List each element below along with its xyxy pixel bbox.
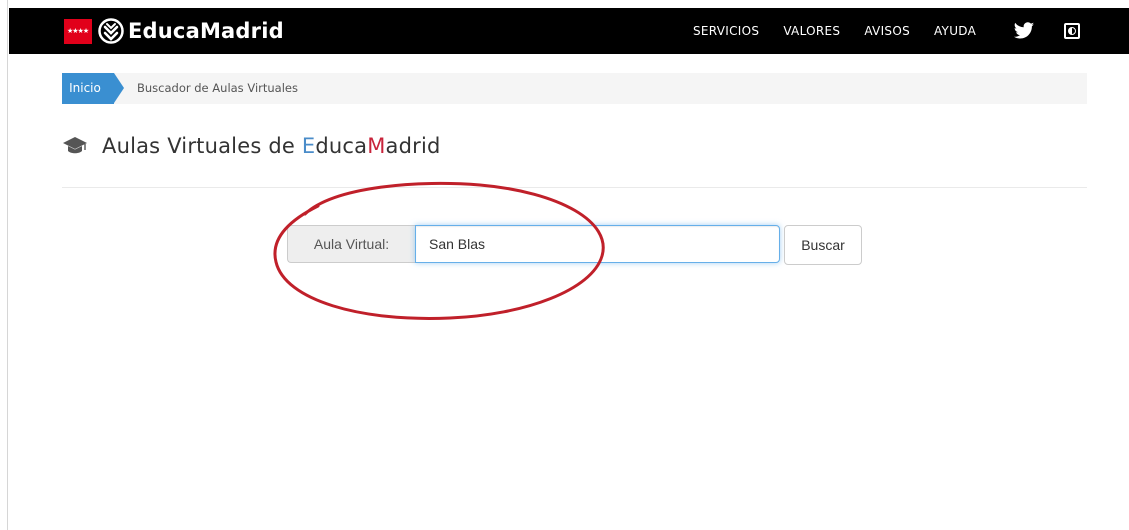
site-logo[interactable]: ★★★★ EducaMadrid — [64, 17, 284, 45]
nav-item-valores[interactable]: VALORES — [783, 24, 840, 38]
breadcrumb-current: Buscador de Aulas Virtuales — [137, 81, 298, 95]
search-button[interactable]: Buscar — [784, 225, 862, 265]
breadcrumb-home-link[interactable]: Inicio — [62, 73, 114, 104]
twitter-icon[interactable] — [1013, 20, 1035, 42]
top-navbar: ★★★★ EducaMadrid SERVICIOS VALORES AVISO… — [9, 8, 1129, 54]
educamadrid-logo-icon — [98, 18, 124, 44]
page: ★★★★ EducaMadrid SERVICIOS VALORES AVISO… — [0, 0, 1129, 530]
search-input[interactable] — [415, 225, 780, 263]
nav-item-ayuda[interactable]: AYUDA — [934, 24, 976, 38]
main-nav: SERVICIOS VALORES AVISOS AYUDA — [693, 8, 1000, 54]
breadcrumb: Inicio Buscador de Aulas Virtuales — [62, 73, 1087, 104]
search-label: Aula Virtual: — [287, 225, 415, 263]
title-accent-m: M — [367, 134, 386, 158]
contrast-icon[interactable] — [1064, 23, 1080, 39]
graduation-cap-icon — [63, 137, 87, 154]
nav-item-avisos[interactable]: AVISOS — [864, 24, 910, 38]
window-left-edge — [0, 0, 8, 530]
title-accent-e: E — [301, 134, 316, 158]
search-form: Aula Virtual: — [287, 225, 780, 263]
title-adrid: adrid — [385, 134, 441, 158]
section-divider — [62, 187, 1087, 188]
madrid-flag-icon: ★★★★ — [64, 18, 92, 44]
logo-text: EducaMadrid — [128, 19, 284, 43]
title-duca: duca — [315, 134, 368, 158]
page-title-text: Aulas Virtuales de EducaMadrid — [102, 134, 441, 158]
nav-item-servicios[interactable]: SERVICIOS — [693, 24, 759, 38]
page-title: Aulas Virtuales de EducaMadrid — [62, 130, 441, 162]
page-title-prefix: Aulas Virtuales de — [102, 134, 302, 158]
breadcrumb-arrow — [114, 73, 124, 103]
